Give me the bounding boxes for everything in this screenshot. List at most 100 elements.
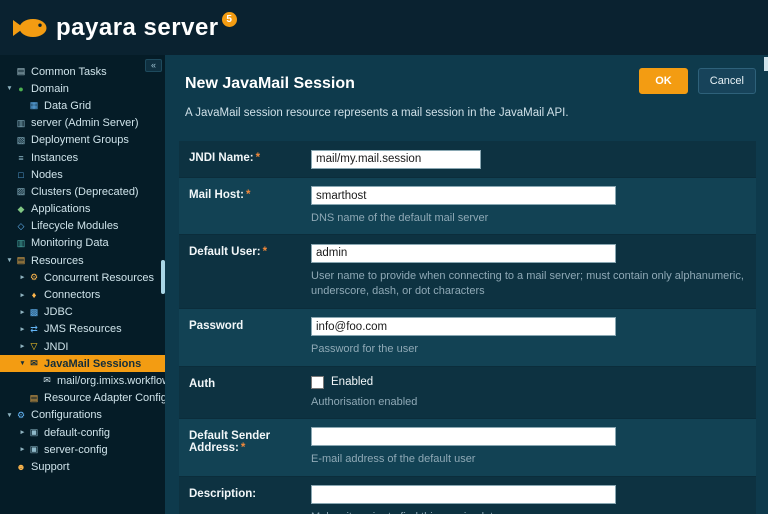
field-help: User name to provide when connecting to …	[311, 269, 744, 298]
jndi-name-input[interactable]	[311, 149, 481, 169]
default-sender-address-input[interactable]	[311, 427, 616, 447]
concurrent-resources-icon: ⚙	[29, 272, 39, 283]
chevron-right-icon[interactable]: ►	[17, 429, 28, 436]
form-row-default-sender-address: Default Sender Address: * E-mail address o…	[179, 418, 756, 477]
sidebar-item-label: Resources	[31, 254, 84, 267]
sidebar-item-label: Monitoring Data	[31, 237, 109, 250]
page-scrollbar-thumb[interactable]	[764, 57, 768, 71]
sidebar-item-label: Domain	[31, 82, 69, 95]
sidebar-item-label: JNDI	[44, 340, 69, 353]
connectors-icon: ♦	[31, 290, 37, 301]
auth-checkbox[interactable]	[311, 375, 324, 389]
sidebar-item-instances[interactable]: ≡ Instances	[0, 149, 165, 166]
form-row-auth: Auth Enabled Authorisation enabled	[179, 366, 756, 419]
mail-session-icon: ✉	[43, 375, 51, 386]
sidebar-item-javamail-sessions[interactable]: ▼ ✉ JavaMail Sessions	[0, 355, 165, 373]
field-label: Mail Host: *	[189, 188, 251, 201]
sidebar-item-configurations[interactable]: ▼ ⚙ Configurations	[0, 407, 165, 424]
chevron-right-icon[interactable]: ►	[17, 309, 28, 316]
sidebar-item-label: Configurations	[31, 409, 102, 422]
sidebar-item-nodes[interactable]: □ Nodes	[0, 166, 165, 183]
sidebar-item-applications[interactable]: ◆ Applications	[0, 201, 165, 218]
sidebar-item-data-grid[interactable]: ▦ Data Grid	[0, 97, 165, 114]
default-user-input[interactable]	[311, 243, 616, 263]
sidebar-item-resources[interactable]: ▼ ▤ Resources	[0, 252, 165, 269]
domain-icon: ●	[18, 83, 24, 94]
form-row-description: Description: Makes it easier to find this…	[179, 476, 756, 514]
sidebar-item-common-tasks[interactable]: ▤ Common Tasks	[0, 63, 165, 80]
default-config-icon: ▣	[29, 427, 39, 438]
clusters-icon: ▨	[16, 186, 26, 197]
payara-fish-logo	[13, 18, 47, 37]
field-label: JNDI Name: *	[189, 152, 261, 164]
cancel-button[interactable]: Cancel	[697, 68, 756, 94]
sidebar-item-server-admin-server[interactable]: ▥ server (Admin Server)	[0, 115, 165, 132]
chevron-down-icon[interactable]: ▼	[17, 360, 28, 367]
configurations-icon: ⚙	[16, 409, 26, 420]
sidebar-item-label: Clusters (Deprecated)	[31, 185, 139, 198]
sidebar-item-jms-resources[interactable]: ► ⇄ JMS Resources	[0, 321, 165, 338]
mail-host-input[interactable]	[311, 186, 616, 205]
sidebar-item-connectors[interactable]: ► ♦ Connectors	[0, 286, 165, 303]
sidebar-item-label: Deployment Groups	[31, 134, 129, 147]
sidebar-item-domain[interactable]: ▼ ● Domain	[0, 80, 165, 97]
sidebar-item-mail-org-imixs-workflow-mail[interactable]: ✉ mail/org.imixs.workflow.mail	[0, 372, 165, 389]
chevron-right-icon[interactable]: ►	[17, 274, 28, 281]
chevron-right-icon[interactable]: ►	[17, 446, 28, 453]
sidebar-item-label: JMS Resources	[44, 323, 122, 336]
ok-button[interactable]: OK	[639, 68, 688, 94]
field-control: Makes it easier to find this session lat…	[311, 485, 746, 514]
action-buttons: OK Cancel	[639, 68, 756, 94]
sidebar-item-label: Lifecycle Modules	[31, 220, 119, 233]
sidebar-item-concurrent-resources[interactable]: ► ⚙ Concurrent Resources	[0, 269, 165, 286]
resource-adapter-configs-icon: ▤	[29, 392, 39, 403]
chevron-right-icon[interactable]: ►	[17, 326, 28, 333]
deployment-groups-icon: ▧	[16, 134, 26, 145]
common-tasks-icon: ▤	[16, 66, 26, 77]
sidebar-item-label: Nodes	[31, 168, 63, 181]
sidebar-item-default-config[interactable]: ► ▣ default-config	[0, 424, 165, 441]
sidebar-item-lifecycle-modules[interactable]: ◇ Lifecycle Modules	[0, 218, 165, 235]
description-input[interactable]	[311, 485, 616, 505]
sidebar-item-clusters-deprecated[interactable]: ▨ Clusters (Deprecated)	[0, 183, 165, 200]
chevron-down-icon[interactable]: ▼	[4, 85, 15, 92]
sidebar-item-monitoring-data[interactable]: ▥ Monitoring Data	[0, 235, 165, 252]
sidebar-item-label: Common Tasks	[31, 65, 107, 78]
field-control	[311, 149, 746, 169]
sidebar-item-label: server-config	[44, 443, 108, 456]
support-icon: ☻	[16, 461, 26, 472]
app-header: payara server 5	[0, 0, 768, 55]
sidebar-item-label: server (Admin Server)	[31, 117, 139, 130]
sidebar-item-deployment-groups[interactable]: ▧ Deployment Groups	[0, 132, 165, 149]
form-row-mail-host: Mail Host:* DNS name of the default mail …	[179, 177, 756, 236]
nodes-icon: □	[18, 169, 24, 180]
chevron-down-icon[interactable]: ▼	[4, 412, 15, 419]
jndi-icon: ▽	[30, 341, 38, 352]
instances-icon: ≡	[18, 152, 24, 163]
sidebar-item-label: default-config	[44, 426, 111, 439]
sidebar-item-jndi[interactable]: ► ▽ JNDI	[0, 338, 165, 355]
main-content: New JavaMail Session OK Cancel A JavaMai…	[165, 55, 768, 514]
sidebar-item-jdbc[interactable]: ► ▩ JDBC	[0, 304, 165, 321]
checkbox-label: Enabled	[331, 376, 374, 389]
javamail-sessions-icon: ✉	[30, 358, 38, 369]
field-control: User name to provide when connecting to …	[311, 243, 746, 299]
required-asterisk: *	[255, 152, 261, 164]
sidebar-item-support[interactable]: ☻ Support	[0, 458, 165, 475]
chevron-right-icon[interactable]: ►	[17, 292, 28, 299]
sidebar-item-label: JDBC	[44, 306, 73, 319]
chevron-down-icon[interactable]: ▼	[4, 257, 15, 264]
field-control: Password for the user	[311, 317, 746, 358]
sidebar: « ▤ Common Tasks ▼ ● Domain ▦ Data Grid ▥ server…	[0, 55, 165, 514]
sidebar-item-label: Support	[31, 460, 70, 473]
chevron-right-icon[interactable]: ►	[17, 343, 28, 350]
field-label: Default User: *	[189, 246, 268, 259]
sidebar-item-resource-adapter-configs[interactable]: ▤ Resource Adapter Configs	[0, 390, 165, 407]
required-asterisk: *	[262, 246, 268, 259]
password-input[interactable]	[311, 317, 616, 337]
sidebar-item-label: Concurrent Resources	[44, 271, 155, 284]
field-control: DNS name of the default mail server	[311, 186, 746, 227]
server-icon: ▥	[16, 117, 26, 128]
sidebar-item-server-config[interactable]: ► ▣ server-config	[0, 441, 165, 458]
server-config-icon: ▣	[29, 444, 39, 455]
